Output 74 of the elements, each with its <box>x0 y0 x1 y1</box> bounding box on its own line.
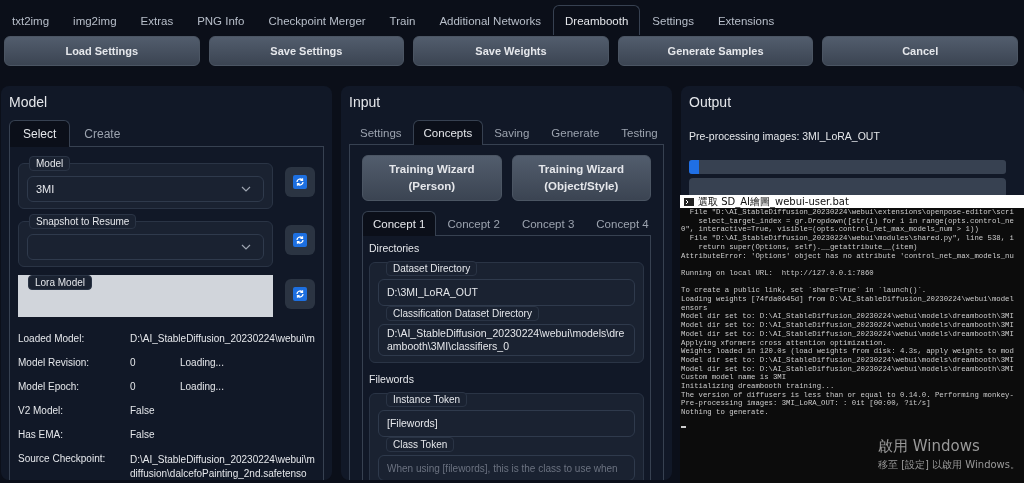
refresh-button[interactable] <box>285 279 315 309</box>
refresh-button[interactable] <box>285 167 315 197</box>
loading-status: Loading... <box>180 381 225 392</box>
action-button[interactable]: Load Settings <box>4 36 200 66</box>
field-label: Dataset Directory <box>386 261 478 276</box>
section-title: Filewords <box>369 373 414 385</box>
tab[interactable]: Concepts <box>412 120 484 145</box>
tab[interactable]: Checkpoint Merger <box>256 5 378 35</box>
console-title: 選取 SD_AI繪圖_webui-user.bat <box>698 196 849 207</box>
detail-value: False <box>130 405 156 416</box>
action-button[interactable]: Generate Samples <box>617 36 814 66</box>
field-label: Snapshot to Resume <box>29 214 137 229</box>
panel-title: Model <box>9 94 48 110</box>
tab[interactable]: Extras <box>128 5 186 35</box>
detail-value: False <box>130 429 156 440</box>
tab[interactable]: Create <box>70 120 135 147</box>
tab[interactable]: Settings <box>640 5 706 35</box>
detail-label: Model Epoch: <box>18 381 81 392</box>
lora-model-box[interactable]: Lora Model <box>18 275 273 317</box>
tab[interactable]: Dreambooth <box>553 5 641 35</box>
refresh-button[interactable] <box>285 225 315 255</box>
tab[interactable]: PNG Info <box>185 5 257 35</box>
tab[interactable]: Concept 4 <box>585 211 660 236</box>
chevron-down-icon <box>241 244 251 250</box>
action-button[interactable]: Save Weights <box>413 36 609 66</box>
field-label: Class Token <box>386 437 455 452</box>
field-label: Lora Model <box>28 275 93 290</box>
text-cursor <box>681 425 686 428</box>
detail-value: 0 <box>130 381 137 392</box>
training-wizard-button[interactable]: Training Wizard (Object/Style) <box>511 155 651 201</box>
text-field[interactable]: D:\AI_StableDiffusion_20230224\webui\models\dreambooth\3MI\classifiers_0 <box>378 324 635 356</box>
activation-notice-title: 啟用 Windows <box>878 437 981 456</box>
loading-status: Loading... <box>180 357 225 368</box>
chevron-down-icon <box>241 186 251 192</box>
panel-title: Input <box>349 94 381 110</box>
tab[interactable]: Settings <box>349 120 413 145</box>
tab[interactable]: Select <box>9 120 71 147</box>
text-field[interactable]: D:\3MI_LoRA_OUT <box>378 279 635 306</box>
tab[interactable]: Testing <box>610 120 669 145</box>
field-label: Instance Token <box>386 392 468 407</box>
activation-notice-text: 移至 [設定] 以啟用 Windows。 <box>878 458 1020 472</box>
tab[interactable]: Extensions <box>705 5 787 35</box>
action-button[interactable]: Cancel <box>822 36 1018 66</box>
detail-label: V2 Model: <box>18 405 65 416</box>
field-label: Classification Dataset Directory <box>386 306 539 321</box>
tab[interactable]: Train <box>377 5 428 35</box>
class-token-field[interactable]: When using [filewords], this is the class to use when <box>378 455 635 480</box>
refresh-icon <box>293 175 307 189</box>
tab[interactable]: Saving <box>483 120 541 145</box>
text-field[interactable]: [Filewords] <box>378 410 635 437</box>
training-wizard-button[interactable]: Training Wizard (Person) <box>362 155 502 201</box>
tab[interactable]: Concept 1 <box>362 211 437 236</box>
status-text: Pre-processing images: 3MI_LoRA_OUT <box>689 130 880 142</box>
refresh-icon <box>293 233 307 247</box>
field-label: Model <box>29 156 71 171</box>
section-title: Directories <box>369 242 420 254</box>
tab[interactable]: img2img <box>61 5 129 35</box>
detail-label: Has EMA: <box>18 429 64 440</box>
tab[interactable]: Concept 2 <box>436 211 511 236</box>
dropdown-value: 3MI <box>36 183 55 195</box>
model-dropdown[interactable]: 3MI <box>27 176 264 202</box>
detail-label: Model Revision: <box>18 357 91 368</box>
refresh-icon <box>293 287 307 301</box>
detail-label: Loaded Model: <box>18 333 86 344</box>
tab[interactable]: Concept 3 <box>510 211 586 236</box>
detail-value: D:\AI_StableDiffusion_20230224\webui\m <box>130 333 315 344</box>
detail-value: D:\AI_StableDiffusion_20230224\webui\m diffusion\dalcefoPainting_2nd.safetenso <box>130 453 315 480</box>
tab[interactable]: Generate <box>540 120 611 145</box>
panel-title: Output <box>689 94 732 110</box>
tab[interactable]: txt2img <box>0 5 62 35</box>
detail-label: Source Checkpoint: <box>18 453 107 466</box>
tab[interactable]: Additional Networks <box>427 5 554 35</box>
action-button[interactable]: Save Settings <box>208 36 405 66</box>
detail-value: 0 <box>130 357 137 368</box>
